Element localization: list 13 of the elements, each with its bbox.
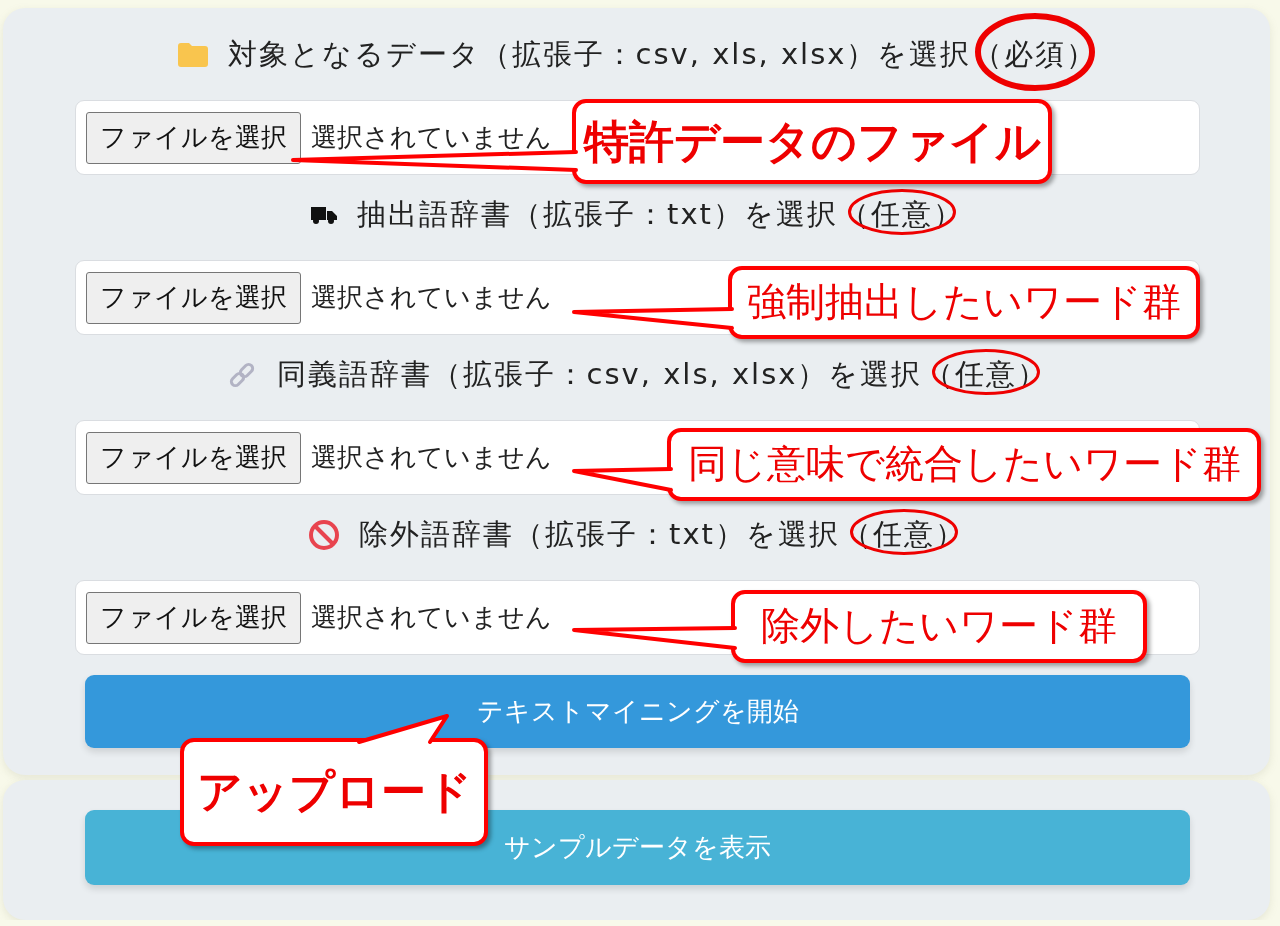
file-status-text: 選択されていません [311,281,552,314]
callout-tooltip: 同じ意味で統合したいワード群 [667,428,1261,501]
file-status-text: 選択されていません [311,121,552,154]
file-type-heading: 対象となるデータ（拡張子：csv, xls, xlsx）を選択 [227,36,972,74]
file-status-text: 選択されていません [311,441,552,474]
callout-tooltip: 除外したいワード群 [731,590,1147,663]
requirement-text: （必須） [973,36,1098,74]
file-type-heading: 同義語辞書（拡張子：csv, xls, xlsx）を選択 [276,356,923,394]
file-status-text: 選択されていません [311,601,552,634]
file-type-heading: 除外語辞書（拡張子：txt）を選択 [359,516,840,554]
file-type-heading: 抽出語辞書（拡張子：txt）を選択 [357,196,838,234]
callout-tooltip: 強制抽出したいワード群 [728,266,1200,339]
callout-tooltip: 特許データのファイル [572,99,1052,184]
